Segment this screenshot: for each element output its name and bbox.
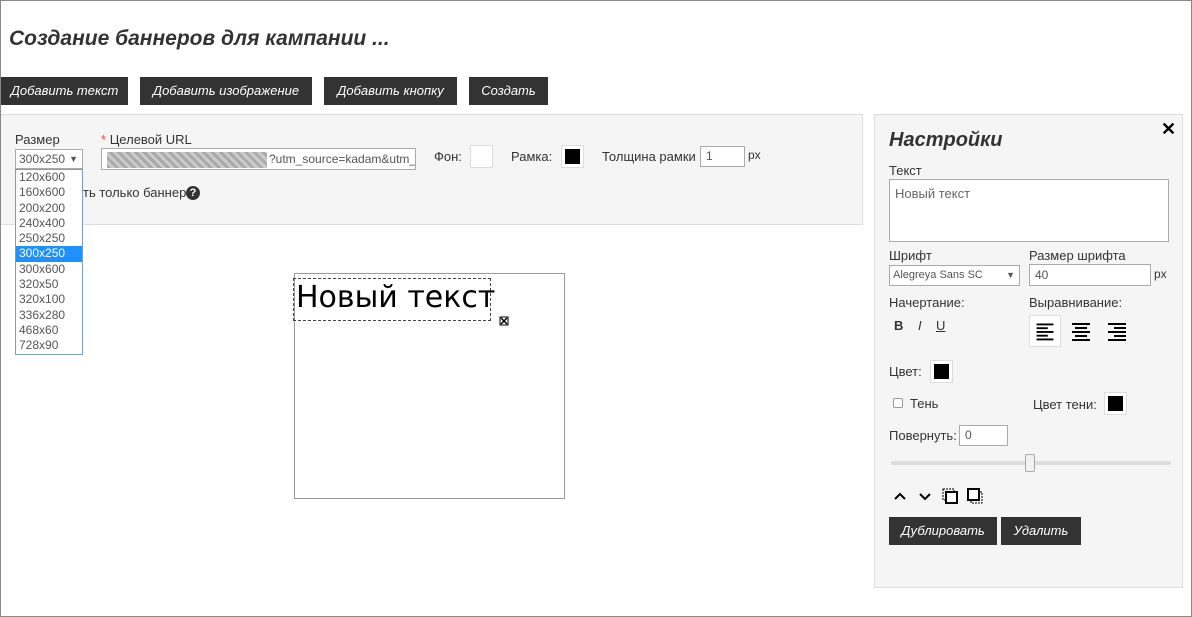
rotate-slider-thumb[interactable] (1025, 454, 1035, 472)
size-option[interactable]: 336x280 (16, 308, 82, 323)
page-title: Создание баннеров для кампании ... (9, 27, 390, 50)
size-option[interactable]: 120x600 (16, 170, 82, 185)
close-icon[interactable]: ✕ (1161, 119, 1176, 140)
font-select-value: Alegreya Sans SC (893, 269, 983, 281)
border-width-label: Толщина рамки (602, 149, 696, 164)
align-left-icon[interactable] (1029, 315, 1061, 347)
size-option[interactable]: 250x250 (16, 231, 82, 246)
size-select-value: 300x250 (19, 152, 66, 166)
size-option[interactable]: 728x90 (16, 338, 82, 353)
border-width-input[interactable]: 1 (700, 146, 745, 167)
add-text-button[interactable]: Добавить текст (1, 77, 128, 105)
style-label: Начертание: (889, 295, 965, 310)
italic-button[interactable]: I (918, 318, 922, 333)
underline-button[interactable]: U (936, 318, 945, 333)
size-option[interactable]: 240x400 (16, 216, 82, 231)
size-option[interactable]: 160x600 (16, 185, 82, 200)
bg-label: Фон: (434, 149, 462, 164)
align-label: Выравнивание: (1029, 295, 1123, 310)
chevron-down-icon[interactable] (916, 487, 934, 505)
size-dropdown-list: 120x600 160x600 200x200 240x400 250x250 … (15, 169, 83, 355)
shadow-color-swatch[interactable] (1104, 392, 1127, 415)
font-size-label: Размер шрифта (1029, 248, 1126, 263)
border-label: Рамка: (511, 149, 553, 164)
border-width-unit: px (748, 148, 761, 162)
settings-title: Настройки (889, 129, 1003, 151)
align-group (1029, 315, 1137, 347)
add-button-button[interactable]: Добавить кнопку (324, 77, 457, 105)
text-color-fill (934, 364, 949, 379)
url-label-text: Целевой URL (109, 132, 192, 147)
create-button[interactable]: Создать (469, 77, 548, 105)
size-option-selected[interactable]: 300x250 (16, 246, 82, 262)
resize-handle-icon[interactable] (499, 316, 509, 326)
chevron-down-icon: ▼ (1006, 270, 1015, 280)
border-color-fill (565, 149, 580, 164)
size-label: Размер (15, 132, 60, 147)
delete-button[interactable]: Удалить (1001, 517, 1081, 545)
font-label: Шрифт (889, 248, 932, 263)
duplicate-button[interactable]: Дублировать (889, 517, 997, 545)
text-textarea[interactable]: Новый текст (889, 179, 1169, 242)
banner-only-label: ть только баннер (83, 185, 187, 200)
font-size-unit: px (1154, 267, 1167, 281)
shadow-checkbox[interactable] (893, 398, 903, 408)
align-right-icon[interactable] (1101, 315, 1133, 347)
settings-panel: Настройки ✕ Текст Новый текст Шрифт Aleg… (874, 114, 1183, 588)
chevron-up-icon[interactable] (891, 487, 909, 505)
add-image-button[interactable]: Добавить изображение (140, 77, 312, 105)
border-color-swatch[interactable] (561, 145, 584, 168)
size-select[interactable]: 300x250 ▼ (15, 149, 83, 169)
banner-text-element[interactable]: Новый текст (293, 278, 495, 321)
shadow-label: Тень (910, 396, 939, 411)
font-size-input[interactable]: 40 (1029, 264, 1151, 286)
chevron-down-icon: ▼ (69, 154, 78, 164)
required-mark: * (101, 132, 107, 147)
bg-color-swatch[interactable] (470, 145, 493, 168)
text-color-swatch[interactable] (930, 360, 953, 383)
size-option[interactable]: 200x200 (16, 201, 82, 216)
url-input-value: ?utm_source=kadam&utm_m (269, 152, 416, 166)
bold-button[interactable]: B (894, 318, 903, 333)
align-center-icon[interactable] (1065, 315, 1097, 347)
banner-canvas[interactable]: Новый текст (293, 273, 565, 499)
size-option[interactable]: 300x600 (16, 262, 82, 277)
size-option[interactable]: 320x50 (16, 277, 82, 292)
send-back-icon[interactable] (966, 487, 984, 505)
size-option[interactable]: 468x60 (16, 323, 82, 338)
url-label: * Целевой URL (101, 132, 192, 147)
help-icon[interactable]: ? (186, 186, 200, 200)
bring-front-icon[interactable] (941, 487, 959, 505)
rotate-label: Повернуть: (889, 428, 957, 443)
font-select[interactable]: Alegreya Sans SC ▼ (889, 265, 1020, 286)
color-label: Цвет: (889, 364, 922, 379)
url-input[interactable]: ?utm_source=kadam&utm_m (101, 148, 416, 170)
bg-color-fill (474, 149, 489, 164)
size-option[interactable]: 320x100 (16, 292, 82, 307)
text-label: Текст (889, 163, 922, 178)
shadow-color-fill (1108, 396, 1123, 411)
rotate-input[interactable]: 0 (959, 425, 1008, 446)
url-redacted-block (107, 151, 267, 168)
shadow-color-label: Цвет тени: (1033, 397, 1097, 412)
